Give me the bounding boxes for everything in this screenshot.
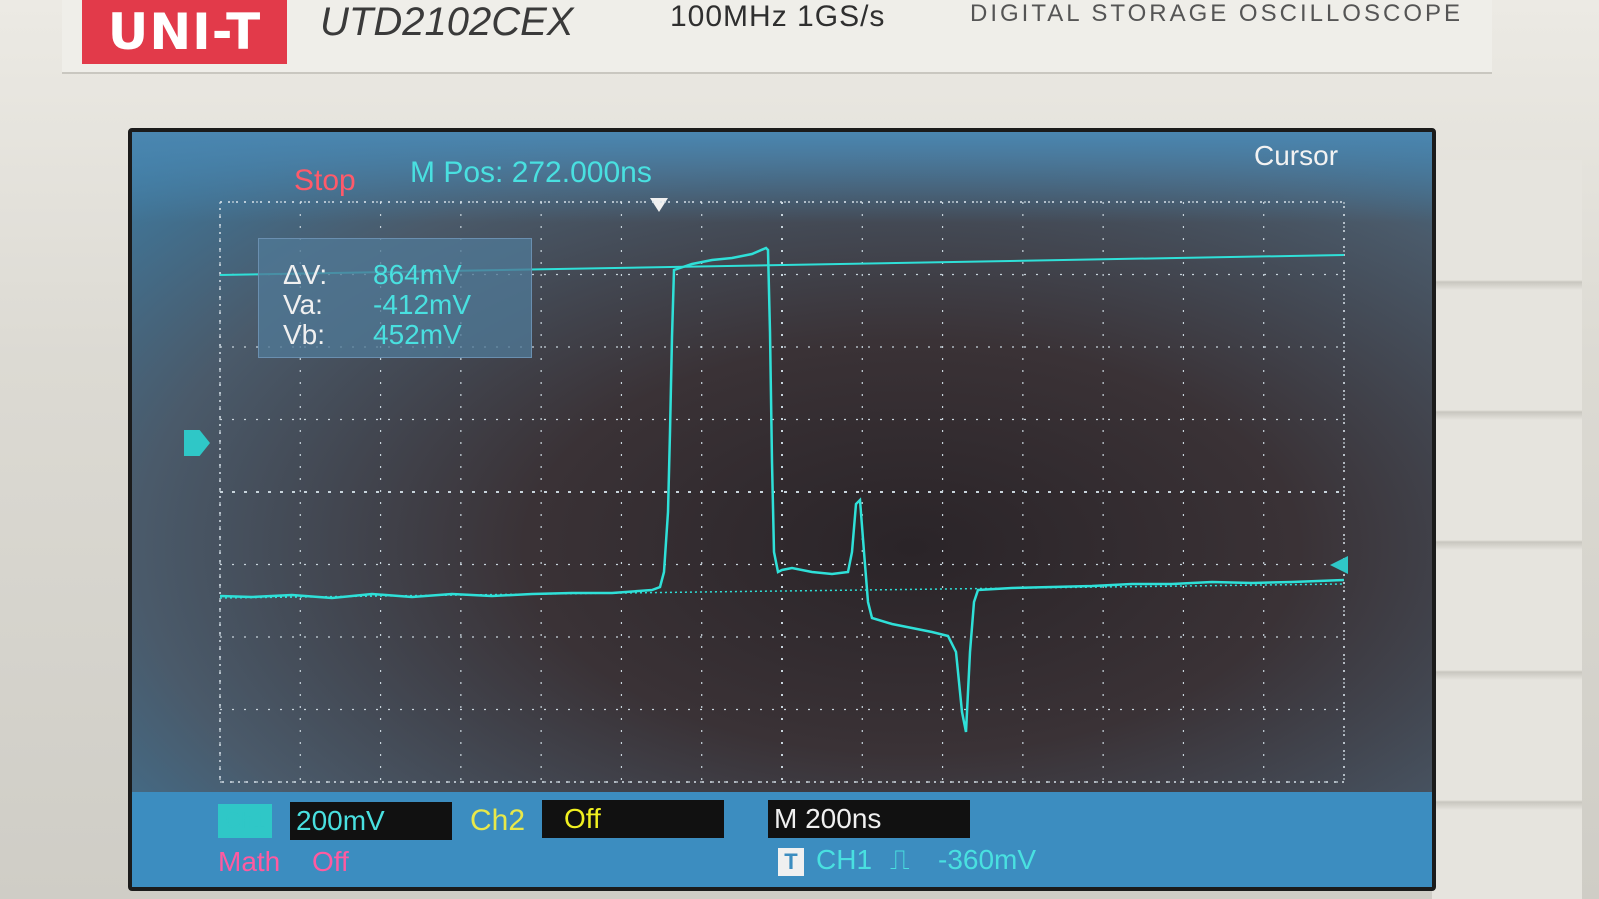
cursor-measurement-panel: ΔV: 864mV Va: -412mV Vb: 452mV xyxy=(258,238,532,358)
math-indicator[interactable]: Math xyxy=(218,846,280,878)
timebase: M 200ns xyxy=(768,800,970,838)
model-name: UTD2102CEX xyxy=(320,0,574,44)
oscilloscope-screen: Stop M Pos: 272.000ns Cursor ΔV: 864mV Va… xyxy=(128,128,1436,891)
side-buttons[interactable] xyxy=(1432,160,1582,899)
ch1-scale: 200mV xyxy=(290,802,452,840)
trigger-icon: T xyxy=(778,848,804,876)
device-spec: 100MHz 1GS/s xyxy=(670,0,886,33)
rising-edge-icon: ⎍ xyxy=(890,844,910,875)
brand-logo-text: UNI-T xyxy=(107,3,262,61)
brand-logo: UNI-T xyxy=(82,0,287,64)
trigger-source: CH1 xyxy=(816,844,873,875)
ch1-indicator[interactable]: Ch1 xyxy=(218,804,272,838)
measurement-delta-v: ΔV: 864mV xyxy=(283,259,462,290)
measurement-vb: Vb: 452mV xyxy=(283,319,462,350)
measurement-va: Va: -412mV xyxy=(283,289,472,320)
ch2-state: Off xyxy=(542,800,724,838)
status-bar: Ch1 200mV Ch2 Off M 200ns Math Off T CH1… xyxy=(132,792,1432,887)
ch2-indicator[interactable]: Ch2 xyxy=(470,804,525,838)
trigger-level: -360mV xyxy=(938,844,1037,875)
device-type: DIGITAL STORAGE OSCILLOSCOPE xyxy=(970,0,1463,27)
math-state: Off xyxy=(312,846,349,877)
